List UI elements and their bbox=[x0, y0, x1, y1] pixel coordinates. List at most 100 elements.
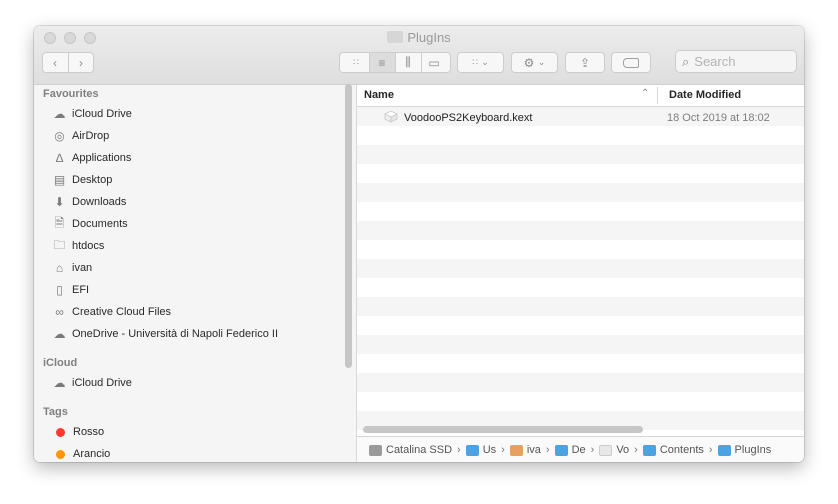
back-forward-group: ‹ › bbox=[42, 52, 94, 73]
folder-icon bbox=[387, 31, 404, 43]
cloud-icon: ☁ bbox=[53, 107, 66, 121]
table-row bbox=[357, 392, 804, 411]
home-icon: ⌂ bbox=[55, 261, 64, 275]
search-icon: ⌕ bbox=[682, 53, 690, 69]
gallery-view-button[interactable]: ▭ bbox=[422, 53, 447, 72]
view-mode-group: ∷ ≡ ⫼ ▭ bbox=[339, 52, 451, 73]
column-divider[interactable] bbox=[657, 87, 658, 104]
sidebar-section-tags: Tags bbox=[43, 406, 68, 418]
sidebar-item-htdocs[interactable]: 🗀 htdocs bbox=[52, 237, 104, 255]
list-header: Name ⌃ Date Modified bbox=[357, 85, 804, 107]
download-icon: ⬇ bbox=[54, 195, 65, 209]
column-header-name[interactable]: Name bbox=[364, 89, 394, 101]
path-item-disk[interactable]: Catalina SSD bbox=[369, 444, 452, 456]
path-item-kext[interactable]: Vo bbox=[599, 444, 629, 456]
chevron-right-icon: › bbox=[634, 444, 638, 456]
group-by-button[interactable]: ∷ ⌄ bbox=[457, 52, 504, 73]
share-button[interactable]: ⇪ bbox=[565, 52, 605, 73]
kext-file-icon bbox=[599, 444, 613, 456]
folder-icon bbox=[642, 444, 656, 456]
table-row bbox=[357, 240, 804, 259]
cloud-icon: ☁ bbox=[53, 376, 66, 390]
table-row bbox=[357, 145, 804, 164]
disk-icon: ▯ bbox=[56, 283, 63, 297]
sidebar: Favourites ☁ iCloud Drive ◎ AirDrop ∆ Appli… bbox=[34, 85, 357, 462]
sidebar-item-desktop[interactable]: ▤ Desktop bbox=[52, 171, 113, 189]
sidebar-item-ivan[interactable]: ⌂ ivan bbox=[52, 259, 92, 277]
sidebar-item-tag-rosso[interactable]: Rosso bbox=[52, 423, 104, 441]
table-row bbox=[357, 373, 804, 392]
table-row bbox=[357, 126, 804, 145]
sidebar-item-icloud-drive[interactable]: ☁ iCloud Drive bbox=[52, 105, 132, 123]
icon-view-button[interactable]: ∷ bbox=[344, 53, 370, 72]
table-row bbox=[357, 278, 804, 297]
sidebar-section-icloud: iCloud bbox=[43, 357, 78, 369]
window-title: PlugIns bbox=[34, 30, 804, 45]
sidebar-section-favourites: Favourites bbox=[43, 88, 99, 100]
forward-button[interactable]: › bbox=[69, 53, 94, 72]
sidebar-scrollbar[interactable] bbox=[345, 84, 352, 368]
titlebar: PlugIns ‹ › ∷ ≡ ⫼ ▭ ∷ ⌄ ⚙ ⌄ ⇪ ⌕ Search bbox=[34, 26, 804, 85]
back-button[interactable]: ‹ bbox=[43, 53, 69, 72]
sidebar-item-downloads[interactable]: ⬇ Downloads bbox=[52, 193, 126, 211]
gallery-icon: ▭ bbox=[428, 55, 440, 70]
desktop-icon: ▤ bbox=[53, 173, 66, 187]
search-placeholder: Search bbox=[694, 54, 736, 69]
list-icon: ≡ bbox=[378, 55, 386, 70]
columns-icon: ⫼ bbox=[405, 55, 411, 69]
tag-dot-icon bbox=[56, 449, 65, 459]
chevron-right-icon: › bbox=[545, 444, 550, 456]
share-icon: ⇪ bbox=[579, 55, 591, 70]
cloud-icon: ☁ bbox=[53, 327, 66, 341]
path-item-plugins[interactable]: PlugIns bbox=[717, 444, 771, 456]
file-name[interactable]: VoodooPS2Keyboard.kext bbox=[404, 112, 532, 124]
users-folder-icon bbox=[465, 444, 479, 456]
sidebar-item-creative-cloud[interactable]: ∞ Creative Cloud Files bbox=[52, 303, 171, 321]
horizontal-scrollbar[interactable] bbox=[363, 426, 643, 433]
path-item-contents[interactable]: Contents bbox=[642, 444, 704, 456]
sidebar-item-onedrive[interactable]: ☁ OneDrive - Università di Napoli Federic… bbox=[52, 325, 279, 343]
table-row bbox=[357, 221, 804, 240]
sidebar-item-tag-arancio[interactable]: Arancio bbox=[52, 445, 110, 462]
table-row bbox=[357, 183, 804, 202]
sidebar-item-airdrop[interactable]: ◎ AirDrop bbox=[52, 127, 109, 145]
finder-window: PlugIns ‹ › ∷ ≡ ⫼ ▭ ∷ ⌄ ⚙ ⌄ ⇪ ⌕ Search F… bbox=[34, 26, 804, 462]
column-view-button[interactable]: ⫼ bbox=[396, 53, 422, 72]
folder-icon: 🗀 bbox=[53, 237, 66, 252]
chevron-right-icon: › bbox=[590, 444, 595, 456]
list-rows bbox=[357, 107, 804, 432]
table-row bbox=[357, 335, 804, 354]
file-date: 18 Oct 2019 at 18:02 bbox=[667, 112, 770, 124]
airdrop-icon: ◎ bbox=[54, 129, 65, 143]
file-list: Name ⌃ Date Modified VoodooPS2Keyboard.k… bbox=[357, 85, 804, 462]
desktop-folder-icon bbox=[554, 444, 568, 456]
kext-file-icon bbox=[384, 111, 398, 123]
search-field[interactable]: ⌕ Search bbox=[675, 50, 797, 73]
path-item-users[interactable]: Us bbox=[465, 444, 496, 456]
disk-icon bbox=[369, 444, 382, 456]
home-icon bbox=[509, 444, 523, 456]
table-row bbox=[357, 164, 804, 183]
chevron-down-icon: ⌄ bbox=[481, 57, 489, 67]
document-icon: 🗎 bbox=[54, 215, 65, 230]
column-header-date[interactable]: Date Modified bbox=[669, 89, 741, 101]
tag-button[interactable] bbox=[611, 52, 651, 73]
creative-cloud-icon: ∞ bbox=[55, 305, 64, 319]
sort-chevron-up-icon: ⌃ bbox=[641, 88, 650, 99]
chevron-right-icon: › bbox=[501, 444, 505, 456]
sidebar-item-applications[interactable]: ∆ Applications bbox=[52, 149, 132, 167]
chevron-down-icon: ⌄ bbox=[537, 57, 546, 67]
sidebar-item-icloud-drive-2[interactable]: ☁ iCloud Drive bbox=[52, 374, 132, 392]
path-item-desktop[interactable]: De bbox=[554, 444, 586, 456]
tag-icon bbox=[623, 57, 639, 68]
folder-icon bbox=[717, 444, 731, 456]
path-item-home[interactable]: iva bbox=[509, 444, 541, 456]
chevron-right-icon: › bbox=[79, 55, 83, 70]
list-view-button[interactable]: ≡ bbox=[369, 53, 396, 72]
chevron-right-icon: › bbox=[708, 444, 713, 456]
chevron-left-icon: ‹ bbox=[53, 55, 57, 70]
sidebar-item-documents[interactable]: 🗎 Documents bbox=[52, 215, 128, 233]
table-row bbox=[357, 354, 804, 373]
sidebar-item-efi[interactable]: ▯ EFI bbox=[52, 281, 89, 299]
action-menu-button[interactable]: ⚙ ⌄ bbox=[511, 52, 558, 73]
